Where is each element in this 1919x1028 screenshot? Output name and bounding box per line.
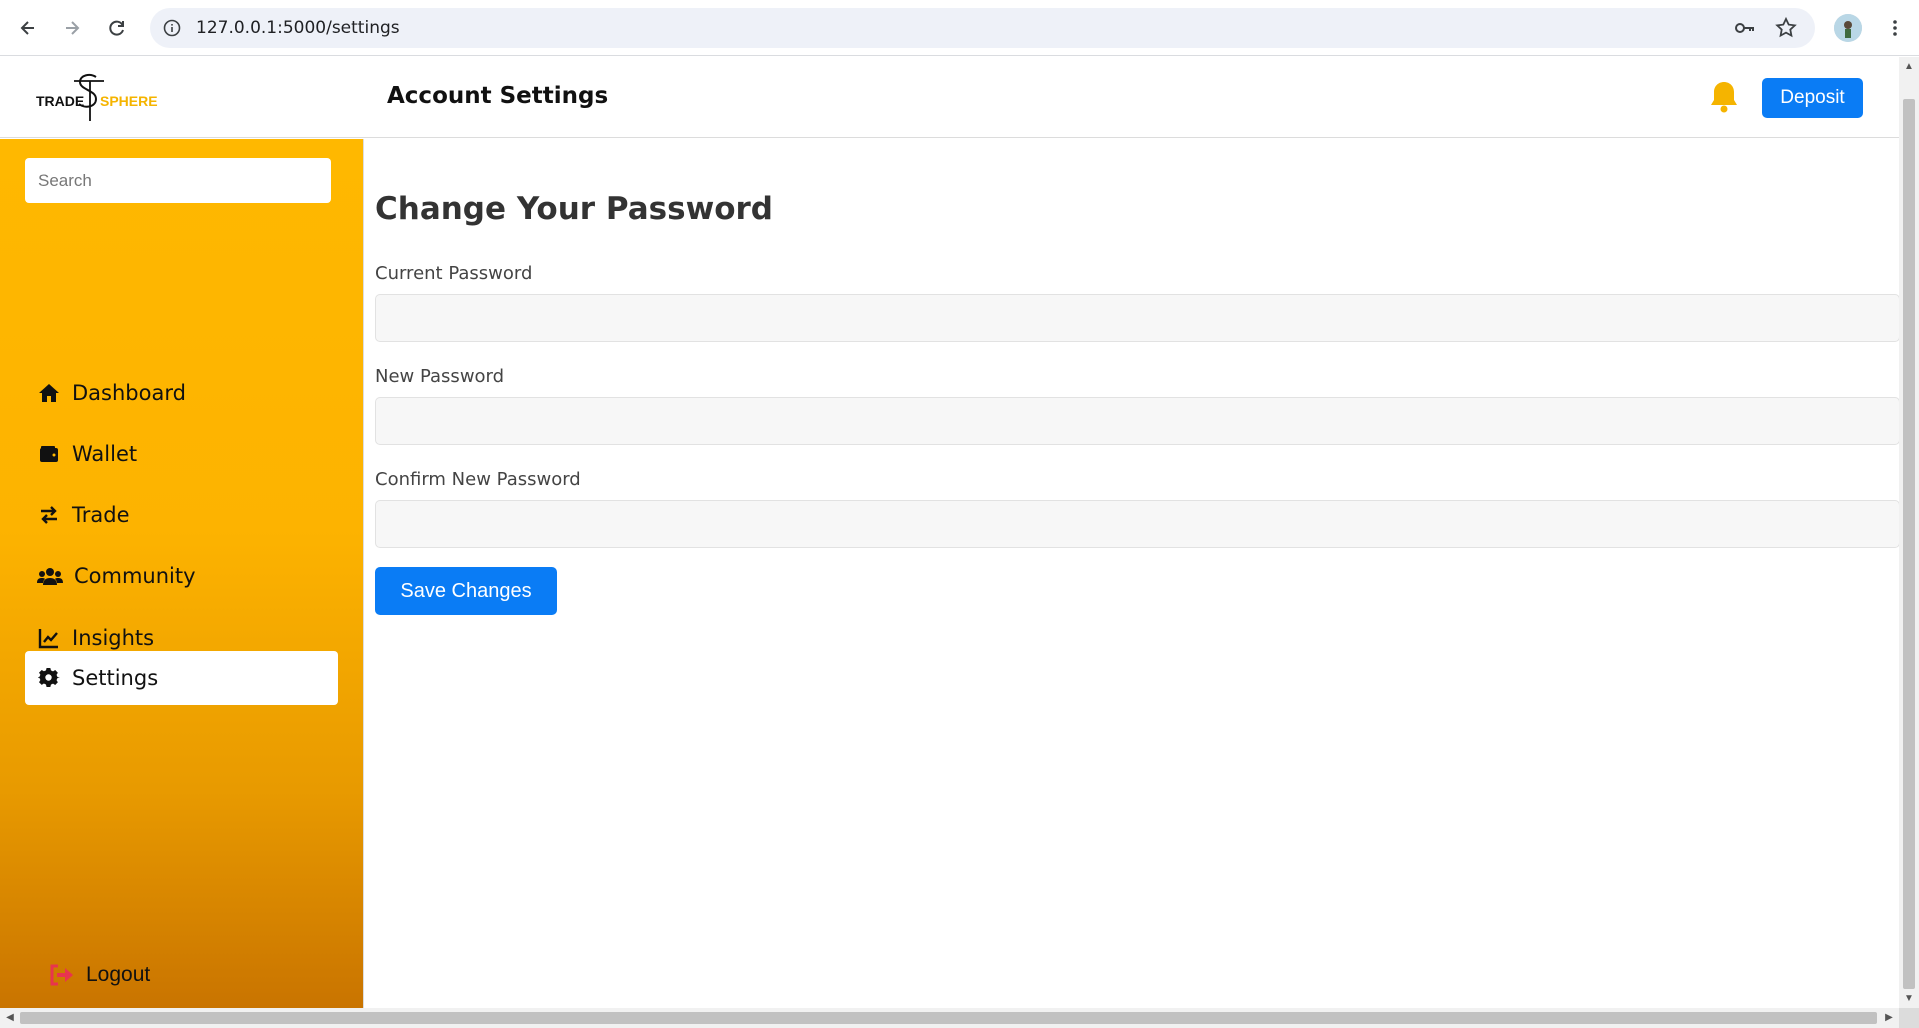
app-header: TRADE SPHERE Account Settings Deposit (0, 57, 1899, 138)
sidebar-item-community[interactable]: Community (25, 549, 338, 603)
sidebar-item-label: Trade (72, 503, 130, 527)
sidebar-item-label: Dashboard (72, 381, 186, 405)
logo-text-trade: TRADE (36, 93, 85, 109)
sidebar-item-settings[interactable]: Settings (25, 651, 338, 705)
current-password-field[interactable] (375, 294, 1900, 342)
main-content: Change Your Password Current Password Ne… (363, 139, 1900, 1008)
sidebar-item-wallet[interactable]: Wallet (25, 427, 338, 481)
gear-icon (36, 666, 62, 690)
save-changes-button[interactable]: Save Changes (375, 567, 557, 615)
browser-menu-button[interactable] (1879, 12, 1911, 44)
logout-icon (48, 963, 76, 987)
scroll-up-arrow-icon[interactable]: ▲ (1903, 61, 1915, 73)
arrow-right-icon (66, 21, 80, 35)
logout-label: Logout (86, 963, 151, 986)
chart-line-icon (36, 626, 62, 650)
home-icon (36, 381, 62, 405)
tradesphere-logo[interactable]: TRADE SPHERE (36, 71, 158, 123)
logo-text-sphere: SPHERE (100, 93, 158, 109)
back-button[interactable] (12, 12, 44, 44)
sidebar-item-dashboard[interactable]: Dashboard (25, 366, 338, 420)
forward-button[interactable] (56, 12, 88, 44)
exchange-icon (36, 503, 62, 527)
scroll-left-arrow-icon[interactable]: ◀ (4, 1012, 16, 1024)
browser-toolbar: 127.0.0.1:5000/settings (0, 0, 1919, 56)
more-vertical-icon (1893, 20, 1897, 36)
sidebar-item-trade[interactable]: Trade (25, 488, 338, 542)
wallet-icon (36, 442, 62, 466)
key-icon[interactable] (1733, 16, 1757, 40)
star-icon[interactable] (1774, 16, 1798, 40)
scroll-down-arrow-icon[interactable]: ▼ (1903, 993, 1915, 1005)
users-icon (36, 564, 64, 588)
scroll-right-arrow-icon[interactable]: ▶ (1883, 1012, 1895, 1024)
sidebar-item-label: Settings (72, 666, 159, 690)
reload-button[interactable] (101, 12, 133, 44)
scrollbar-corner (1899, 1008, 1919, 1028)
url-text[interactable]: 127.0.0.1:5000/settings (196, 18, 400, 38)
sidebar-item-label: Community (74, 564, 196, 588)
sidebar: Dashboard Wallet Trade Community Insight… (0, 139, 363, 1008)
address-bar[interactable]: 127.0.0.1:5000/settings (150, 8, 1815, 48)
horizontal-scroll-thumb[interactable] (20, 1012, 1877, 1024)
confirm-password-label: Confirm New Password (375, 469, 581, 490)
sidebar-item-label: Insights (72, 626, 155, 650)
horizontal-scrollbar[interactable]: ◀ ▶ (0, 1008, 1899, 1028)
search-input[interactable] (25, 158, 331, 203)
reload-icon (109, 20, 124, 36)
new-password-label: New Password (375, 366, 505, 387)
form-title: Change Your Password (375, 191, 773, 227)
vertical-scroll-thumb[interactable] (1903, 99, 1915, 989)
profile-avatar[interactable] (1834, 14, 1862, 42)
bell-icon[interactable] (1708, 79, 1740, 115)
deposit-button[interactable]: Deposit (1762, 78, 1863, 118)
info-icon[interactable] (162, 18, 182, 38)
confirm-password-field[interactable] (375, 500, 1900, 548)
sidebar-item-label: Wallet (72, 442, 138, 466)
new-password-field[interactable] (375, 397, 1900, 445)
page-title: Account Settings (387, 83, 609, 109)
current-password-label: Current Password (375, 263, 533, 284)
logout-button[interactable]: Logout (48, 963, 150, 987)
vertical-scrollbar[interactable]: ▲ ▼ (1899, 57, 1919, 1008)
arrow-left-icon (20, 21, 34, 35)
